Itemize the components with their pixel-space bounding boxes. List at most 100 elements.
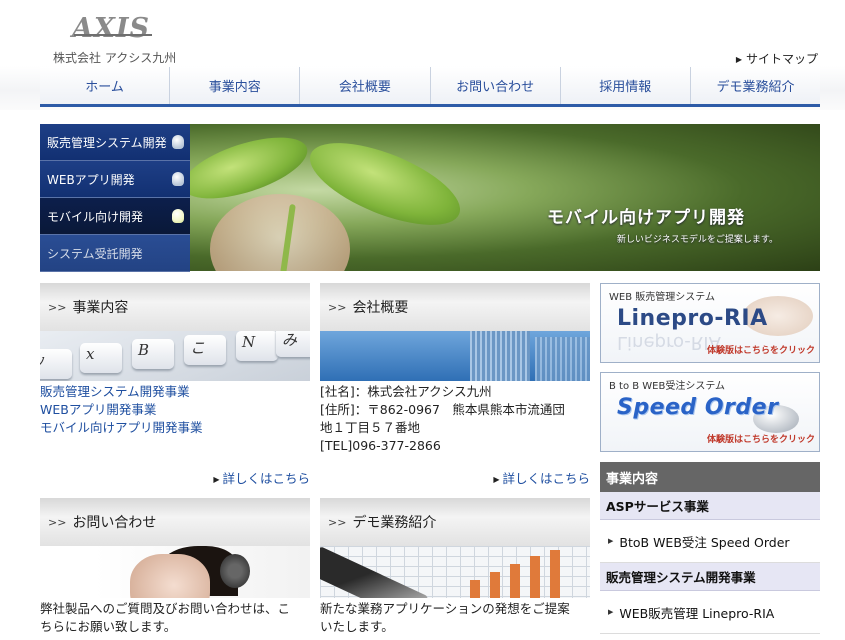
arrow-right-icon: ▶ [608, 608, 614, 616]
hero-side-menu: 販売管理システム開発 WEBアプリ開発 モバイル向け開発 システム受託開発 [40, 124, 190, 272]
business-menu-title: 事業内容 [600, 462, 820, 492]
key: こ [184, 335, 226, 365]
side-item-label: モバイル向け開発 [47, 209, 144, 224]
arrow-right-icon: ▶ [735, 55, 742, 64]
axis-logo[interactable]: AXIS [72, 14, 152, 50]
key: N [236, 331, 278, 361]
banner-trial-link: 体験版はこちらをクリック [706, 346, 815, 356]
tower [535, 337, 590, 381]
side-item-sales-system[interactable]: 販売管理システム開発 [40, 124, 190, 161]
banner-reflection: Linepro-RIA [617, 332, 721, 353]
double-chevron-icon: >> [48, 300, 67, 314]
banner-product-name: Linepro-RIA [617, 306, 768, 331]
contact-box: >> お問い合わせ 弊社製品へのご質問及びお問い合わせは、こ ちらにお願い致します… [40, 498, 310, 640]
building-image [320, 331, 590, 381]
business-more-link[interactable]: ▶ 詳しくはこちら [213, 468, 310, 487]
sitemap-label: サイトマップ [745, 52, 818, 66]
nav-demo[interactable]: デモ業務紹介 [689, 67, 820, 104]
double-chevron-icon: >> [48, 515, 67, 529]
nav-business[interactable]: 事業内容 [169, 67, 299, 104]
logo-wordmark: AXIS [72, 13, 151, 44]
side-item-label: システム受託開発 [47, 246, 143, 261]
box-title: お問い合わせ [72, 515, 157, 531]
box-header: >> 事業内容 [40, 283, 310, 331]
banner-trial-link: 体験版はこちらをクリック [706, 435, 815, 445]
chart-bar-shape [470, 580, 480, 598]
business-box: >> 事業内容 v x B こ N み 販売管理システム開発事業 WEBアプリ開発… [40, 283, 310, 486]
chart-image [320, 546, 590, 598]
tower [470, 331, 530, 381]
arrow-right-icon: ▶ [608, 537, 614, 545]
business-menu-category: 販売管理システム開発事業 [600, 563, 820, 591]
operator-face [130, 554, 210, 598]
business-links: 販売管理システム開発事業 WEBアプリ開発事業 モバイル向けアプリ開発事業 [40, 381, 310, 437]
link-label: BtoB WEB受注 Speed Order [619, 534, 790, 550]
box-title: 事業内容 [72, 300, 129, 316]
contact-text: 弊社製品へのご質問及びお問い合わせは、こ ちらにお願い致します。 [40, 598, 310, 636]
arrow-right-icon: ▶ [493, 475, 500, 484]
company-name-line: [社名]：株式会社アクシス九州 [320, 384, 492, 399]
bulb-icon [172, 172, 184, 186]
key: v [40, 349, 72, 379]
side-item-contract-dev[interactable]: システム受託開発 [40, 235, 190, 272]
box-header: >> お問い合わせ [40, 498, 310, 546]
key: x [80, 343, 122, 373]
nav-company[interactable]: 会社概要 [299, 67, 429, 104]
hero-banner[interactable]: モバイル向けアプリ開発 新しいビジネスモデルをご提案します。 [190, 124, 820, 271]
speedorder-banner[interactable]: B to B WEB受注システム Speed Order 体験版はこちらをクリッ… [600, 372, 820, 452]
business-menu-link-linepro[interactable]: ▶ WEB販売管理 Linepro-RIA [600, 591, 820, 634]
link-sales-system[interactable]: 販売管理システム開発事業 [40, 383, 310, 401]
company-tel-line: [TEL]096-377-2866 [320, 438, 441, 453]
side-item-mobile[interactable]: モバイル向け開発 [40, 198, 190, 235]
pen-shape [320, 546, 429, 598]
key: み [276, 331, 310, 357]
demo-text: 新たな業務アプリケーションの発想をご提案 いたします。 [320, 598, 590, 636]
link-label: WEB販売管理 Linepro-RIA [619, 605, 775, 621]
demo-box: >> デモ業務紹介 新たな業務アプリケーションの発想をご提案 いたします。 [320, 498, 590, 640]
side-item-web-app[interactable]: WEBアプリ開発 [40, 161, 190, 198]
headset-icon [220, 554, 250, 588]
chart-photo [320, 546, 590, 598]
building-photo [320, 331, 590, 381]
sitemap-link[interactable]: ▶ サイトマップ [736, 50, 818, 67]
company-address-line: [住所]：〒862-0967 熊本県熊本市流通団 [320, 402, 565, 417]
demo-text-line: 新たな業務アプリケーションの発想をご提案 [320, 601, 570, 616]
link-mobile-app[interactable]: モバイル向けアプリ開発事業 [40, 419, 310, 437]
box-header: >> デモ業務紹介 [320, 498, 590, 546]
operator-photo [40, 546, 310, 598]
company-more-link[interactable]: ▶ 詳しくはこちら [493, 468, 590, 487]
global-nav: ホーム 事業内容 会社概要 お問い合わせ 採用情報 デモ業務紹介 [40, 67, 820, 107]
nav-recruit[interactable]: 採用情報 [559, 67, 690, 104]
chart-bar-shape [490, 572, 500, 598]
box-title: デモ業務紹介 [352, 515, 437, 531]
hero-title: モバイル向けアプリ開発 [547, 208, 745, 228]
company-name: 株式会社 アクシス九州 [53, 51, 177, 65]
more-label: 詳しくはこちら [222, 471, 310, 486]
arrow-right-icon: ▶ [213, 475, 220, 484]
company-address-line-2: 地１丁目５７番地 [320, 420, 421, 435]
banner-caption: B to B WEB受注システム [609, 381, 726, 392]
keyboard-image: v x B こ N み [40, 331, 310, 381]
chart-bar-shape [550, 550, 560, 598]
hero-hand-image [210, 194, 350, 271]
nav-contact[interactable]: お問い合わせ [429, 67, 560, 104]
more-label: 詳しくはこちら [502, 471, 590, 486]
box-header: >> 会社概要 [320, 283, 590, 331]
page: AXIS 株式会社 アクシス九州 ▶ サイトマップ ホーム 事業内容 会社概要 お… [0, 0, 845, 640]
double-chevron-icon: >> [328, 515, 347, 529]
side-item-label: 販売管理システム開発 [47, 135, 167, 150]
box-title: 会社概要 [352, 300, 409, 316]
company-box: >> 会社概要 [社名]：株式会社アクシス九州 [住所]：〒862-0967 熊本… [320, 283, 590, 486]
contact-text-line: ちらにお願い致します。 [40, 619, 177, 634]
contact-text-line: 弊社製品へのご質問及びお問い合わせは、こ [40, 601, 291, 616]
business-menu-link-speed-order[interactable]: ▶ BtoB WEB受注 Speed Order [600, 520, 820, 563]
hero-subtitle: 新しいビジネスモデルをご提案します。 [616, 235, 778, 245]
bulb-lit-icon [172, 209, 184, 223]
key: B [132, 339, 174, 369]
linepro-banner[interactable]: WEB 販売管理システム Linepro-RIA Linepro-RIA 体験版… [600, 283, 820, 363]
chart-bar-shape [530, 556, 540, 598]
banner-caption: WEB 販売管理システム [609, 292, 715, 303]
link-web-app[interactable]: WEBアプリ開発事業 [40, 401, 310, 419]
keyboard-photo: v x B こ N み [40, 331, 310, 381]
nav-home[interactable]: ホーム [40, 67, 169, 104]
